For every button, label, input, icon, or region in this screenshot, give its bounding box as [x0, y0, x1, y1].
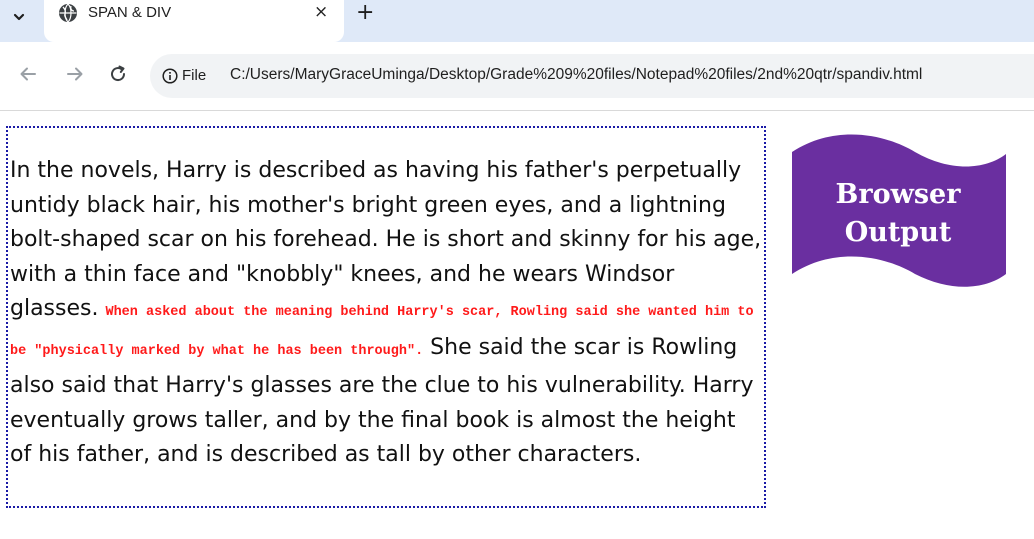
address-bar[interactable]: File C:/Users/MaryGraceUminga/Desktop/Gr… [150, 54, 1034, 98]
tab-search-button[interactable] [8, 6, 30, 28]
banner-line-2: Output [844, 217, 952, 248]
chevron-down-icon [13, 13, 25, 21]
browser-toolbar: File C:/Users/MaryGraceUminga/Desktop/Gr… [0, 42, 1034, 111]
banner-line-1: Browser [835, 179, 961, 210]
banner-label: Browser Output [790, 176, 1006, 252]
reload-icon [111, 65, 126, 82]
reload-button[interactable] [106, 62, 130, 86]
paragraph: In the novels, Harry is described as hav… [10, 154, 762, 473]
forward-button[interactable] [63, 62, 87, 86]
site-info-label: File [182, 67, 207, 84]
back-button[interactable] [16, 62, 40, 86]
dotted-div-container: In the novels, Harry is described as hav… [6, 126, 766, 508]
arrow-left-icon [20, 67, 36, 81]
browser-output-banner: Browser Output [790, 132, 1030, 300]
tab-strip: SPAN & DIV × + [0, 0, 1034, 42]
tab-title: SPAN & DIV [88, 4, 172, 21]
tab-span-div[interactable]: SPAN & DIV × [44, 0, 344, 42]
globe-icon [59, 3, 77, 23]
url-text[interactable]: C:/Users/MaryGraceUminga/Desktop/Grade%2… [230, 66, 922, 84]
site-info-button[interactable]: File [162, 67, 206, 84]
new-tab-button[interactable]: + [356, 0, 374, 25]
info-icon [162, 67, 178, 84]
close-tab-icon[interactable]: × [314, 2, 328, 22]
paragraph-text-before: In the novels, Harry is described as hav… [10, 158, 762, 321]
arrow-right-icon [67, 67, 83, 81]
